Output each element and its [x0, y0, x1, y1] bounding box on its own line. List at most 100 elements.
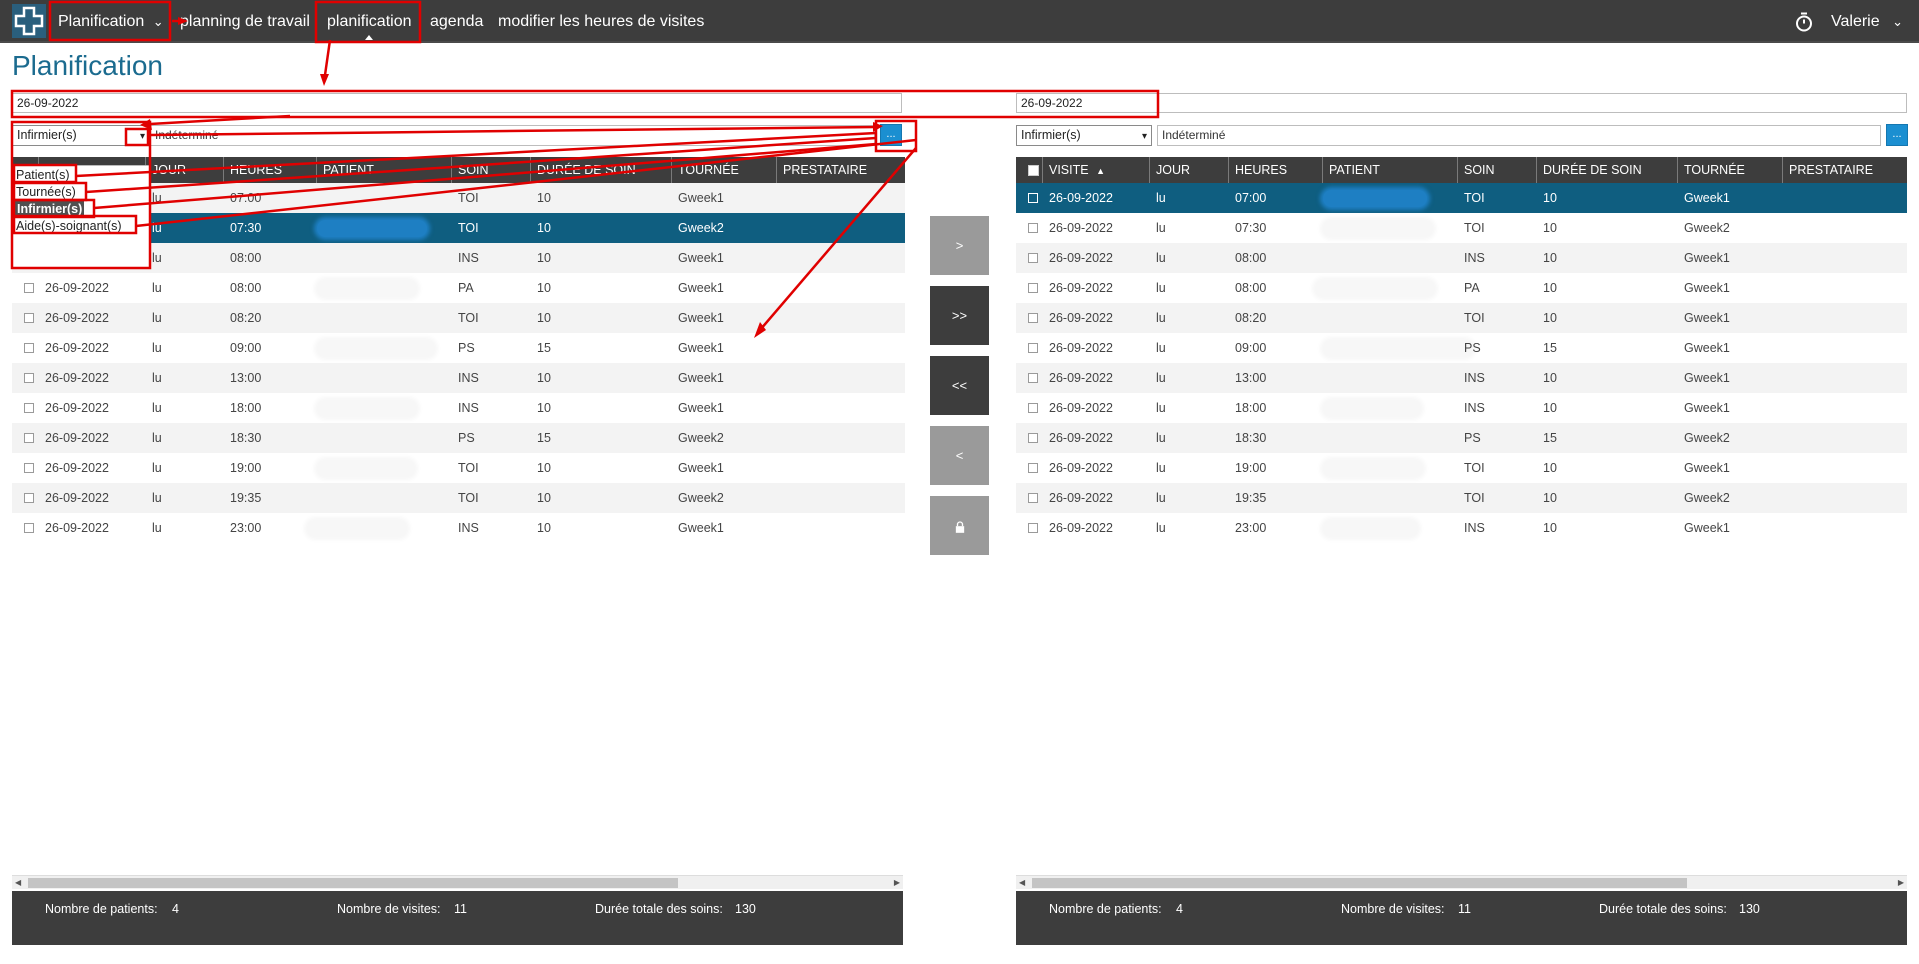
table-row[interactable]: 26-09-2022 lu 19:00 TOI 10 Gweek1 [1016, 453, 1907, 483]
row-checkbox[interactable] [24, 433, 34, 443]
table-row[interactable]: 26-09-2022 lu 09:00 PS 15 Gweek1 [12, 333, 905, 363]
column-header-jour[interactable]: JOUR [1150, 157, 1229, 183]
column-header-patient[interactable]: PATIENT [317, 157, 452, 183]
nav-modifier-heures-visites[interactable]: modifier les heures de visites [498, 0, 704, 43]
dropdown-option-aides-soignants[interactable]: Aide(s)-soignant(s) [16, 218, 122, 234]
right-visits-grid: VISITE ▲ JOUR HEURES PATIENT SOIN DURÉE … [1016, 157, 1907, 543]
right-filter-input[interactable]: Indéterminé [1157, 125, 1881, 146]
right-type-select[interactable]: Infirmier(s) ▾ [1016, 125, 1152, 146]
row-checkbox[interactable] [1028, 433, 1038, 443]
column-header-heures[interactable]: HEURES [224, 157, 317, 183]
move-all-right-button[interactable]: >> [930, 286, 989, 345]
row-checkbox[interactable] [24, 283, 34, 293]
move-selected-right-button[interactable]: > [930, 216, 989, 275]
column-header-tournee[interactable]: TOURNÉE [1678, 157, 1783, 183]
cell-duree: 10 [537, 221, 551, 235]
table-row[interactable]: 26-09-2022 lu 19:35 TOI 10 Gweek2 [12, 483, 905, 513]
row-checkbox[interactable] [1028, 313, 1038, 323]
table-row[interactable]: 26-09-2022 lu 13:00 INS 10 Gweek1 [1016, 363, 1907, 393]
column-header-prestataire[interactable]: PRESTATAIRE [777, 157, 905, 183]
move-selected-left-button[interactable]: < [930, 426, 989, 485]
right-browse-button[interactable]: ... [1886, 124, 1908, 146]
column-header-soin[interactable]: SOIN [1458, 157, 1537, 183]
table-row[interactable]: 26-09-2022 lu 18:30 PS 15 Gweek2 [12, 423, 905, 453]
column-header-visite[interactable]: VISITE ▲ [1043, 157, 1150, 183]
nav-planification[interactable]: planification [327, 0, 412, 43]
row-checkbox[interactable] [1028, 373, 1038, 383]
right-horizontal-scrollbar[interactable]: ◀ ▶ [1016, 875, 1907, 889]
row-checkbox[interactable] [1028, 523, 1038, 533]
row-checkbox[interactable] [24, 313, 34, 323]
row-checkbox[interactable] [24, 403, 34, 413]
row-checkbox[interactable] [24, 343, 34, 353]
move-all-left-button[interactable]: << [930, 356, 989, 415]
user-menu[interactable]: Valerie ⌄ [1831, 0, 1903, 43]
row-checkbox[interactable] [24, 463, 34, 473]
table-row[interactable]: 26-09-2022 lu 08:20 TOI 10 Gweek1 [1016, 303, 1907, 333]
dropdown-option-patients[interactable]: Patient(s) [16, 167, 70, 183]
table-row[interactable]: 26-09-2022 lu 23:00 INS 10 Gweek1 [1016, 513, 1907, 543]
left-date-input[interactable]: 26-09-2022 [12, 93, 902, 113]
table-row[interactable]: 26-09-2022 lu 08:20 TOI 10 Gweek1 [12, 303, 905, 333]
scroll-right-arrow-icon[interactable]: ▶ [894, 876, 900, 890]
scrollbar-thumb[interactable] [28, 878, 678, 888]
row-checkbox[interactable] [1028, 223, 1038, 233]
lock-button[interactable] [930, 496, 989, 555]
table-row[interactable]: 26-09-2022 lu 08:00 PA 10 Gweek1 [1016, 273, 1907, 303]
cell-duree: 10 [1543, 311, 1557, 325]
column-header-tournee[interactable]: TOURNÉE [672, 157, 777, 183]
column-header-duree[interactable]: DURÉE DE SOIN [531, 157, 672, 183]
table-row[interactable]: 26-09-2022 lu 18:00 INS 10 Gweek1 [1016, 393, 1907, 423]
column-header-prestataire[interactable]: PRESTATAIRE [1783, 157, 1907, 183]
stopwatch-icon[interactable] [1794, 12, 1814, 32]
left-horizontal-scrollbar[interactable]: ◀ ▶ [12, 875, 903, 889]
left-browse-button[interactable]: ... [880, 124, 902, 146]
chevron-down-icon: ⌄ [1892, 14, 1903, 29]
table-row[interactable]: 26-09-2022 lu 08:00 INS 10 Gweek1 [1016, 243, 1907, 273]
left-type-select[interactable]: Infirmier(s) ▾ [12, 125, 150, 146]
table-row[interactable]: 26-09-2022 lu 07:30 TOI 10 Gweek2 [1016, 213, 1907, 243]
planification-menu[interactable]: Planification ⌄ [58, 0, 164, 43]
select-all-checkbox[interactable] [1028, 165, 1039, 176]
left-filter-input[interactable]: Indéterminé [150, 125, 875, 146]
cell-visite: 26-09-2022 [45, 491, 109, 505]
scroll-right-arrow-icon[interactable]: ▶ [1898, 876, 1904, 890]
dropdown-option-infirmiers[interactable]: Infirmier(s) [15, 201, 85, 217]
table-row[interactable]: 26-09-2022 lu 18:00 INS 10 Gweek1 [12, 393, 905, 423]
scroll-left-arrow-icon[interactable]: ◀ [1019, 876, 1025, 890]
row-checkbox[interactable] [24, 523, 34, 533]
column-header-soin[interactable]: SOIN [452, 157, 531, 183]
column-header-heures[interactable]: HEURES [1229, 157, 1323, 183]
row-checkbox[interactable] [1028, 283, 1038, 293]
column-header-jour[interactable]: JOUR [146, 157, 224, 183]
row-checkbox[interactable] [1028, 463, 1038, 473]
table-row[interactable]: 26-09-2022 lu 07:00 TOI 10 Gweek1 [1016, 183, 1907, 213]
cell-patient [1323, 363, 1329, 393]
patients-count-value: 4 [1176, 902, 1183, 916]
row-checkbox[interactable] [1028, 193, 1038, 203]
nav-agenda[interactable]: agenda [430, 0, 483, 43]
cell-heures: 19:00 [1235, 461, 1267, 475]
table-row[interactable]: 26-09-2022 lu 09:00 PS 15 Gweek1 [1016, 333, 1907, 363]
cell-visite: 26-09-2022 [45, 521, 109, 535]
dropdown-option-tournees[interactable]: Tournée(s) [16, 184, 76, 200]
table-row[interactable]: 26-09-2022 lu 23:00 INS 10 Gweek1 [12, 513, 905, 543]
table-row[interactable]: 26-09-2022 lu 18:30 PS 15 Gweek2 [1016, 423, 1907, 453]
table-row[interactable]: 26-09-2022 lu 19:35 TOI 10 Gweek2 [1016, 483, 1907, 513]
right-date-input[interactable]: 26-09-2022 [1016, 93, 1907, 113]
row-checkbox[interactable] [1028, 253, 1038, 263]
nav-planning-de-travail[interactable]: planning de travail [180, 0, 310, 43]
row-checkbox[interactable] [1028, 403, 1038, 413]
table-row[interactable]: 26-09-2022 lu 13:00 INS 10 Gweek1 [12, 363, 905, 393]
row-checkbox[interactable] [1028, 493, 1038, 503]
table-row[interactable]: 26-09-2022 lu 08:00 PA 10 Gweek1 [12, 273, 905, 303]
row-checkbox[interactable] [24, 373, 34, 383]
column-header-patient[interactable]: PATIENT [1323, 157, 1458, 183]
scroll-left-arrow-icon[interactable]: ◀ [15, 876, 21, 890]
column-header-duree[interactable]: DURÉE DE SOIN [1537, 157, 1678, 183]
scrollbar-thumb[interactable] [1032, 878, 1687, 888]
table-row[interactable]: 26-09-2022 lu 19:00 TOI 10 Gweek1 [12, 453, 905, 483]
row-checkbox[interactable] [24, 493, 34, 503]
row-checkbox[interactable] [1028, 343, 1038, 353]
app-logo-icon[interactable] [12, 4, 46, 38]
